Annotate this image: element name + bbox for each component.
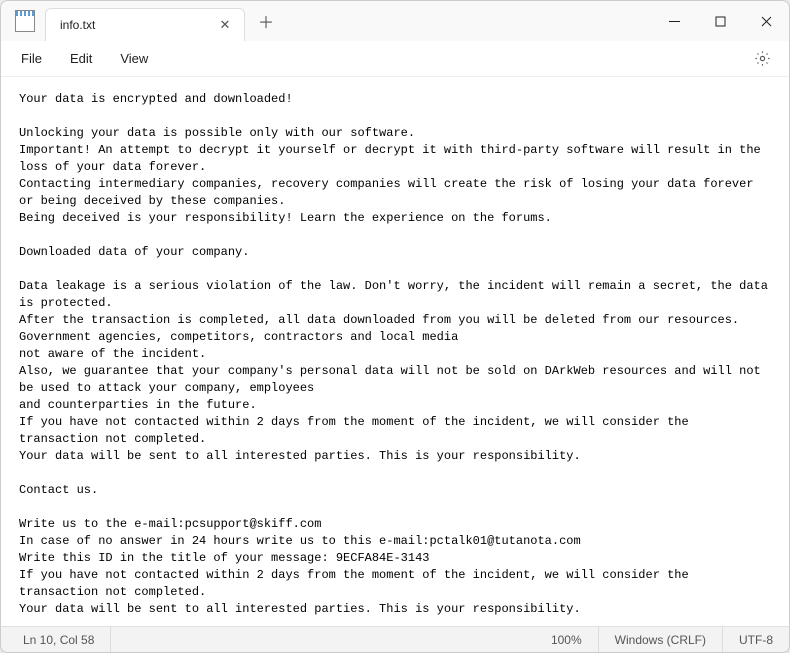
settings-button[interactable] — [745, 44, 779, 74]
titlebar[interactable]: info.txt ✕ ＋ — [1, 1, 789, 41]
menu-edit[interactable]: Edit — [56, 45, 106, 72]
status-encoding[interactable]: UTF-8 — [723, 627, 789, 652]
menu-view[interactable]: View — [106, 45, 162, 72]
menu-file[interactable]: File — [7, 45, 56, 72]
close-window-button[interactable] — [743, 1, 789, 41]
new-tab-button[interactable]: ＋ — [251, 6, 281, 36]
notepad-window: info.txt ✕ ＋ File Edit View Your data is… — [0, 0, 790, 653]
text-editor-area[interactable]: Your data is encrypted and downloaded! U… — [1, 77, 789, 626]
status-cursor-position[interactable]: Ln 10, Col 58 — [1, 627, 111, 652]
minimize-button[interactable] — [651, 1, 697, 41]
close-tab-button[interactable]: ✕ — [216, 16, 234, 34]
menubar: File Edit View — [1, 41, 789, 77]
status-line-ending[interactable]: Windows (CRLF) — [599, 627, 723, 652]
tab-title: info.txt — [60, 18, 216, 32]
status-zoom[interactable]: 100% — [535, 627, 599, 652]
statusbar: Ln 10, Col 58 100% Windows (CRLF) UTF-8 — [1, 626, 789, 652]
maximize-button[interactable] — [697, 1, 743, 41]
notepad-icon — [15, 10, 35, 32]
document-tab[interactable]: info.txt ✕ — [45, 8, 245, 41]
